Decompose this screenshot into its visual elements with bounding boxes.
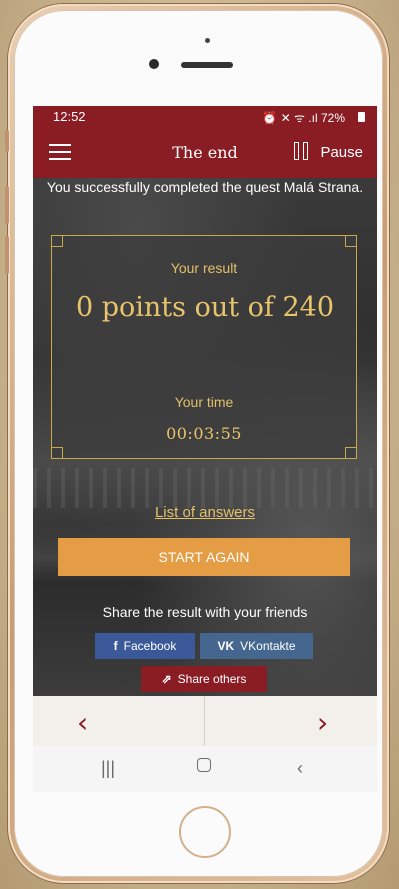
status-bar: 12:52 ⏰ ✕ ᯤ .ıl 72%	[33, 106, 377, 128]
home-icon[interactable]	[197, 758, 211, 772]
time-label: Your time	[174, 394, 234, 410]
facebook-share-button[interactable]: f Facebook	[95, 633, 195, 659]
corner-ornament	[51, 447, 63, 459]
list-of-answers-link[interactable]: List of answers	[33, 504, 377, 521]
screen: 12:52 ⏰ ✕ ᯤ .ıl 72% The end Pause You su…	[33, 106, 377, 792]
time-value: 00:03:55	[166, 424, 242, 443]
front-sensor	[205, 38, 210, 43]
pause-icon	[294, 142, 312, 162]
city-background-skyline	[33, 468, 377, 508]
facebook-icon: f	[113, 639, 118, 653]
mute-switch	[5, 130, 9, 152]
start-again-button[interactable]: START AGAIN	[58, 538, 350, 576]
back-icon[interactable]: ‹	[297, 758, 303, 779]
vk-icon: VK	[217, 639, 235, 653]
vkontakte-share-button[interactable]: VK VKontakte	[200, 633, 313, 659]
result-card: Your result 0 points out of 240 Your tim…	[51, 235, 357, 459]
status-icons: ⏰ ✕ ᯤ .ıl 72%	[262, 109, 345, 126]
pause-button[interactable]: Pause	[294, 140, 363, 164]
status-icon-glyphs: ⏰ ✕ ᯤ .ıl	[262, 111, 318, 125]
vkontakte-label: VKontakte	[240, 639, 296, 653]
status-time: 12:52	[53, 109, 86, 124]
facebook-label: Facebook	[123, 639, 177, 653]
pause-label: Pause	[320, 143, 363, 161]
volume-up-button	[5, 186, 9, 224]
corner-ornament	[345, 235, 357, 247]
battery-percent: 72%	[320, 111, 345, 125]
recent-apps-icon[interactable]: |||	[101, 758, 115, 779]
share-title: Share the result with your friends	[102, 604, 308, 620]
battery-icon	[358, 112, 365, 122]
completion-message: You successfully completed the quest Mal…	[46, 179, 364, 195]
result-content: You successfully completed the quest Mal…	[33, 178, 377, 696]
previous-arrow-icon[interactable]: ‹	[77, 706, 88, 739]
score-text: 0 points out of 240	[75, 292, 335, 323]
system-navigation-bar: ||| ‹	[33, 746, 377, 792]
share-others-label: Share others	[177, 672, 247, 686]
volume-down-button	[5, 236, 9, 274]
corner-ornament	[345, 447, 357, 459]
app-bar: The end Pause	[33, 128, 377, 178]
front-camera	[149, 59, 159, 69]
physical-home-button[interactable]	[179, 806, 231, 858]
nav-divider	[204, 696, 205, 746]
next-arrow-icon[interactable]: ›	[317, 706, 328, 739]
share-others-button[interactable]: ⇗ Share others	[141, 666, 267, 692]
corner-ornament	[51, 235, 63, 247]
share-icon: ⇗	[161, 672, 172, 686]
result-label: Your result	[170, 260, 238, 276]
earpiece-speaker	[181, 62, 233, 68]
quest-navigation: ‹ ›	[33, 696, 377, 746]
